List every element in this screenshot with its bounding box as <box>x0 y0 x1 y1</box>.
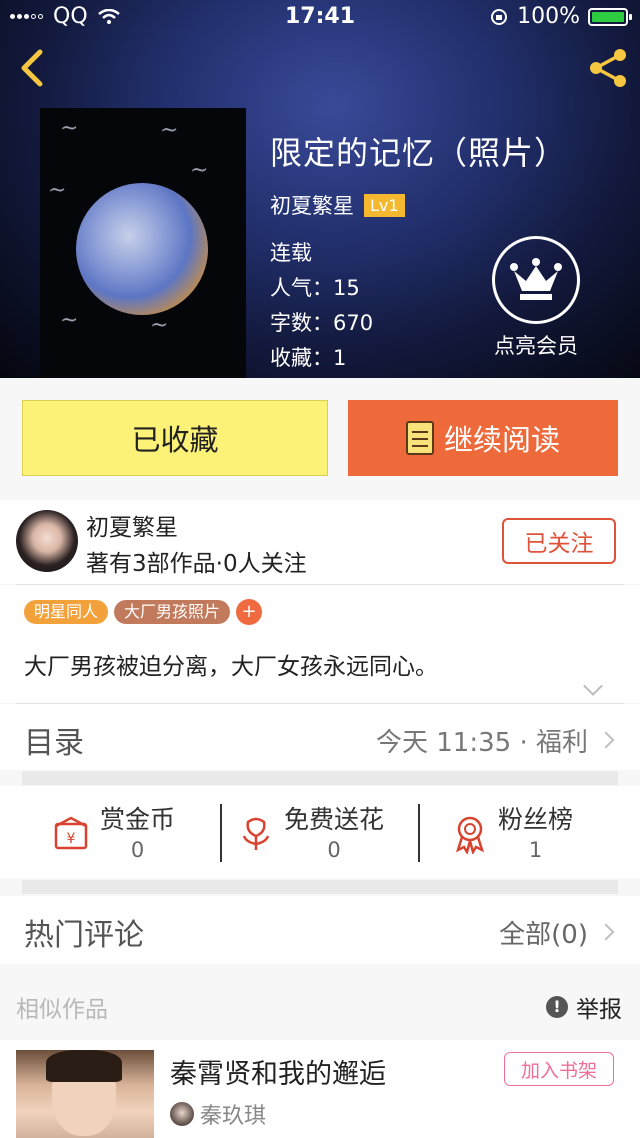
stat-label: 赏金币 <box>100 805 176 834</box>
vip-label: 点亮会员 <box>494 334 578 358</box>
author-summary: 著有3部作品·0人关注 <box>86 551 307 577</box>
expand-chevron-icon[interactable] <box>583 676 603 696</box>
add-tag-button[interactable]: + <box>236 599 263 625</box>
follow-label: 已关注 <box>524 531 594 557</box>
similar-header: 相似作品 ! 举报 <box>0 970 640 1040</box>
share-icon[interactable] <box>586 46 630 90</box>
chevron-right-icon <box>597 923 615 941</box>
send-flower-stat[interactable]: 免费送花 0 <box>236 800 384 862</box>
tags-description: 明星同人 大厂男孩照片 + 大厂男孩被迫分离，大厂女孩永远同心。 <box>0 585 640 703</box>
orientation-lock-icon <box>491 8 508 25</box>
similar-book-item[interactable]: 秦霄贤和我的邂逅 秦玖琪 加入书架 <box>0 1040 640 1138</box>
stat-label: 免费送花 <box>284 805 385 834</box>
report-label: 举报 <box>576 997 622 1023</box>
popularity-value: 15 <box>333 276 360 300</box>
section-gap <box>22 771 618 785</box>
stat-value: 0 <box>130 838 145 862</box>
report-button[interactable]: ! 举报 <box>546 990 622 1024</box>
author-avatar <box>170 1102 194 1126</box>
continue-read-label: 继续阅读 <box>443 423 560 457</box>
stat-label: 粉丝榜 <box>498 805 574 834</box>
catalog-label: 目录 <box>24 726 84 761</box>
favorites-value: 1 <box>333 346 347 370</box>
similar-book-cover[interactable] <box>16 1050 154 1138</box>
battery-icon <box>588 7 632 26</box>
stat-value: 1 <box>528 838 543 862</box>
catalog-row[interactable]: 目录 今天 11:35 · 福利 <box>0 704 640 770</box>
book-author-row: 初夏繁星 Lv1 <box>270 190 567 220</box>
similar-author-name: 秦玖琪 <box>200 1104 267 1129</box>
tag-list: 明星同人 大厂男孩照片 + <box>24 599 263 625</box>
crown-icon <box>492 236 580 324</box>
hot-comments-row[interactable]: 热门评论 全部(0) <box>0 896 640 964</box>
add-to-shelf-label: 加入书架 <box>520 1059 597 1082</box>
follow-button[interactable]: 已关注 <box>502 518 616 564</box>
flower-icon <box>242 817 270 850</box>
fan-ranking-stat[interactable]: 粉丝榜 1 <box>450 800 573 862</box>
tag-item[interactable]: 大厂男孩照片 <box>114 600 231 624</box>
book-cover[interactable]: ~ ~ ~ ~ ~ ~ <box>40 108 246 378</box>
all-comments-link[interactable]: 全部(0) <box>499 914 588 951</box>
favorited-button[interactable]: 已收藏 <box>22 400 328 476</box>
continue-read-button[interactable]: 继续阅读 <box>348 400 618 476</box>
vip-button[interactable]: 点亮会员 <box>488 236 584 360</box>
svg-text:¥: ¥ <box>67 831 76 847</box>
words-value: 670 <box>333 311 374 335</box>
book-author[interactable]: 初夏繁星 <box>270 190 354 220</box>
back-arrow-icon[interactable] <box>14 48 50 88</box>
book-header: QQ 17:41 100% ~ ~ ~ ~ ~ ~ 限定的记忆（照片） 初夏繁星… <box>0 0 640 378</box>
book-icon <box>405 421 434 455</box>
stats-row: ¥ 赏金币 0 免费送花 0 粉丝榜 1 <box>0 786 640 878</box>
cover-planet-image <box>76 183 208 315</box>
reward-coin-stat[interactable]: ¥ 赏金币 0 <box>52 800 175 862</box>
similar-book-author: 秦玖琪 <box>170 1098 266 1130</box>
book-description: 大厂男孩被迫分离，大厂女孩永远同心。 <box>24 654 438 680</box>
catalog-latest: 今天 11:35 · 福利 <box>376 728 588 758</box>
divider <box>220 804 222 862</box>
chevron-right-icon <box>597 731 615 749</box>
similar-book-title: 秦霄贤和我的邂逅 <box>170 1059 386 1090</box>
status-right: 100% <box>489 4 632 29</box>
favorited-label: 已收藏 <box>131 423 219 457</box>
author-name: 初夏繁星 <box>86 515 178 541</box>
coin-envelope-icon: ¥ <box>54 816 88 850</box>
alert-icon: ! <box>546 996 568 1018</box>
add-to-shelf-button[interactable]: 加入书架 <box>504 1052 614 1086</box>
level-badge: Lv1 <box>364 193 405 217</box>
tag-item[interactable]: 明星同人 <box>24 600 109 624</box>
author-card[interactable]: 初夏繁星 著有3部作品·0人关注 已关注 <box>0 500 640 584</box>
stat-value: 0 <box>327 838 341 862</box>
battery-percent: 100% <box>517 4 580 29</box>
hot-comments-label: 热门评论 <box>24 918 144 953</box>
book-title: 限定的记忆（照片） <box>270 134 568 172</box>
action-buttons: 已收藏 继续阅读 <box>0 378 640 500</box>
status-bar: QQ 17:41 100% <box>0 0 640 34</box>
author-avatar[interactable] <box>16 510 78 572</box>
divider <box>418 804 420 862</box>
similar-label: 相似作品 <box>16 997 108 1023</box>
section-gap <box>22 880 618 894</box>
medal-icon <box>455 816 485 854</box>
